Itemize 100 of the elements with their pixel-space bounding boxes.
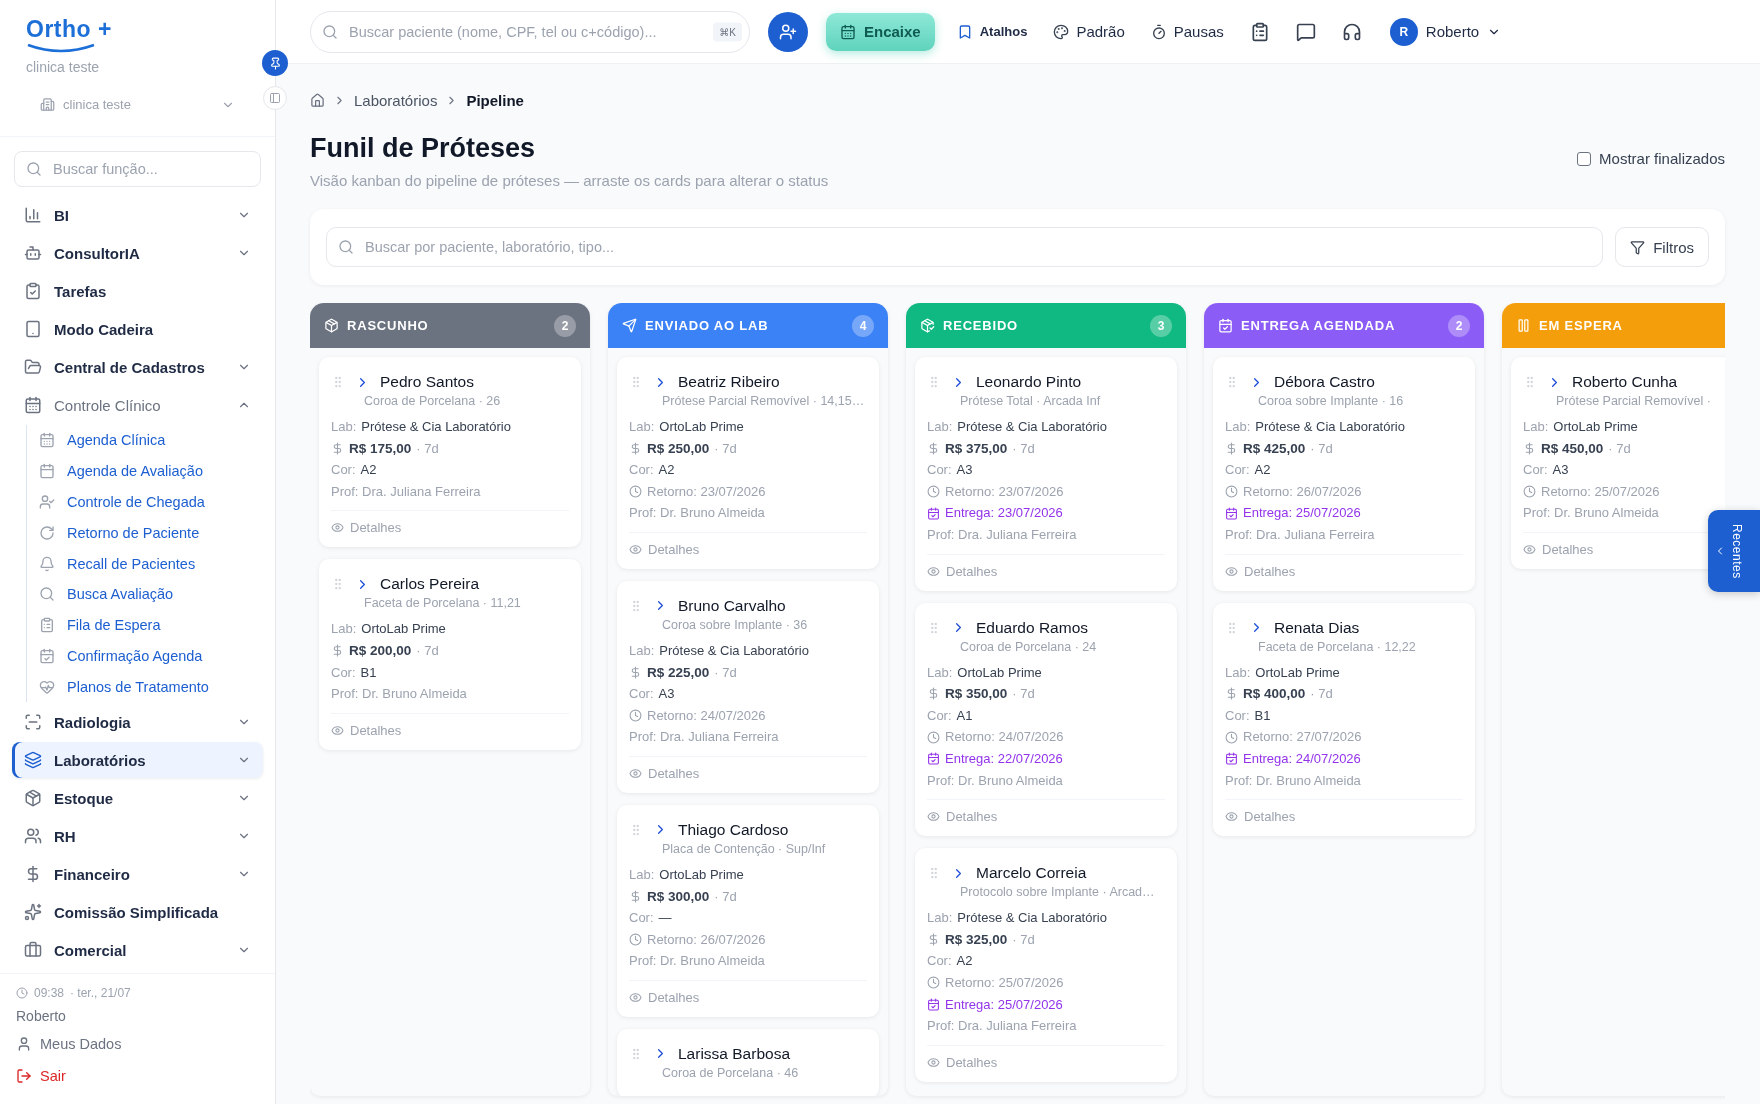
duration: · 7d bbox=[714, 663, 737, 682]
professional: Prof: Dr. Bruno Almeida bbox=[629, 504, 766, 523]
eye-icon bbox=[331, 723, 344, 737]
nav-item[interactable]: Radiologia bbox=[12, 704, 263, 741]
nav-subitem[interactable]: Confirmação Agenda bbox=[39, 640, 263, 672]
encaixe-button[interactable]: Encaixe bbox=[826, 12, 935, 51]
patient-name: Renata Dias bbox=[1274, 618, 1360, 637]
nav-item[interactable]: Estoque bbox=[12, 780, 263, 817]
recent-tab[interactable]: Recentes bbox=[1708, 510, 1760, 592]
nav-subitem[interactable]: Recall de Pacientes bbox=[39, 548, 263, 579]
search-icon bbox=[338, 239, 354, 255]
breaks-button[interactable]: Pausas bbox=[1146, 19, 1228, 44]
prosthesis-type: Protocolo sobre Implante · Arcad… bbox=[960, 885, 1156, 900]
search-icon bbox=[322, 23, 338, 40]
duration: · 7d bbox=[1310, 439, 1333, 458]
clock-icon bbox=[1225, 730, 1238, 744]
prosthesis-card[interactable]: Thiago Cardoso Placa de Contenção · Sup/Inf Lab: OrtoLab Prime R$ 300,00 · 7d Cor: — Retorno: 26/07/2026 Prof: Dr. Bruno Almeida Detalhes bbox=[617, 804, 879, 1017]
nav-item[interactable]: Comercial bbox=[12, 932, 263, 969]
nav-subitem[interactable]: Agenda Clínica bbox=[39, 425, 263, 456]
calendar-icon bbox=[39, 463, 55, 480]
professional: Prof: Dra. Juliana Ferreira bbox=[1225, 525, 1376, 544]
filter-button[interactable]: Filtros bbox=[1615, 227, 1709, 267]
prosthesis-type: Prótese Parcial Removível · 14,15… bbox=[662, 394, 866, 408]
prosthesis-card[interactable]: Pedro Santos Coroa de Porcelana · 26 Lab: Prótese & Cia Laboratório R$ 175,00 · 7d Cor: A2 Prof: Dra. Juliana Ferreira Detalhes bbox=[319, 357, 581, 548]
price: R$ 200,00 bbox=[349, 641, 412, 660]
return-date: Retorno: 26/07/2026 bbox=[1243, 482, 1362, 501]
user-menu[interactable]: R Roberto bbox=[1383, 16, 1508, 47]
nav-item[interactable]: Modo Cadeira bbox=[12, 311, 263, 347]
logout-link[interactable]: Sair bbox=[16, 1064, 259, 1088]
panel-toggle-button[interactable] bbox=[263, 86, 287, 110]
delivery-date: Entrega: 25/07/2026 bbox=[1243, 504, 1361, 523]
home-icon[interactable] bbox=[310, 93, 325, 108]
prosthesis-card[interactable]: Débora Castro Coroa sobre Implante · 16 Lab: Prótese & Cia Laboratório R$ 425,00 · 7d Cor: A2 Retorno: 26/07/2026 Entrega: 25/07/2026 Prof: Dra. Juliana Ferreira Detalhes bbox=[1213, 357, 1475, 591]
breadcrumb-link[interactable]: Pipeline bbox=[466, 92, 524, 109]
nav-item[interactable]: Central de Cadastros bbox=[12, 349, 263, 385]
nav-item[interactable]: ConsultorIA bbox=[12, 235, 263, 271]
nav-subitem[interactable]: Agenda de Avaliação bbox=[39, 455, 263, 487]
pin-button[interactable] bbox=[262, 50, 288, 76]
nav-item[interactable]: Controle Clínico bbox=[12, 387, 263, 423]
professional: Prof: Dr. Bruno Almeida bbox=[927, 771, 1064, 790]
prosthesis-type: Prótese Total · Arcada Inf bbox=[960, 394, 1102, 408]
card-field: Lab: OrtoLab Prime bbox=[1225, 661, 1463, 684]
filter-icon bbox=[1630, 239, 1646, 255]
duration: · 7d bbox=[714, 887, 737, 906]
return-date: Retorno: 24/07/2026 bbox=[647, 706, 766, 725]
panel-icon bbox=[269, 92, 281, 104]
search-field[interactable]: Buscar função... bbox=[14, 151, 261, 187]
shortcuts-button[interactable]: Atalhos bbox=[952, 19, 1032, 44]
user-check-icon bbox=[39, 494, 55, 510]
prosthesis-card[interactable]: Leonardo Pinto Prótese Total · Arcada Inf Lab: Prótese & Cia Laboratório R$ 375,00 · 7d Cor: A3 Retorno: 23/07/2026 Entrega: 23/07/2026 Prof: Dra. Juliana Ferreira Detalhes bbox=[915, 357, 1177, 591]
add-patient-button[interactable] bbox=[768, 11, 808, 52]
nav-subitem[interactable]: Controle de Chegada bbox=[39, 486, 263, 518]
card-field: Cor: A2 bbox=[927, 950, 1165, 972]
clock-icon bbox=[629, 933, 642, 946]
chat-icon bbox=[1295, 21, 1316, 42]
prosthesis-card[interactable]: Roberto Cunha Prótese Parcial Removível · Lab: OrtoLab Prime R$ 450,00 · 7d Cor: A3 Retorno: 25/07/2026 Prof: Dr. Bruno Almeida Detalhes bbox=[1511, 357, 1725, 569]
chart-icon bbox=[24, 206, 42, 224]
prosthesis-card[interactable]: Marcelo Correia Protocolo sobre Implante · Arcad… Lab: Prótese & Cia Laboratório R$ 325,00 · 7d Cor: A2 Retorno: 25/07/2026 Entrega: 25/07/2026 Prof: Dra. Juliana Ferreira Detalhes bbox=[915, 848, 1177, 1082]
prosthesis-card[interactable]: Eduardo Ramos Coroa de Porcelana · 24 Lab: OrtoLab Prime R$ 350,00 · 7d Cor: A1 Retorno: 24/07/2026 Entrega: 22/07/2026 Prof: Dr. Bruno Almeida Detalhes bbox=[915, 602, 1177, 837]
nav-item[interactable]: BI bbox=[12, 197, 263, 233]
prosthesis-card[interactable]: Beatriz Ribeiro Prótese Parcial Removível · 14,15… Lab: OrtoLab Prime R$ 250,00 · 7d Cor: A2 Retorno: 23/07/2026 Prof: Dr. Bruno Almeida Detalhes bbox=[617, 357, 879, 569]
eye-icon bbox=[629, 990, 642, 1004]
nav-item[interactable]: Laboratórios bbox=[12, 742, 263, 779]
nav-subitem[interactable]: Busca Avaliação bbox=[39, 579, 263, 610]
theme-button[interactable]: Padrão bbox=[1049, 19, 1129, 44]
return-date: Retorno: 25/07/2026 bbox=[1541, 482, 1660, 501]
checkbox[interactable] bbox=[1577, 151, 1592, 166]
nav-item[interactable]: Financeiro bbox=[12, 856, 263, 893]
patient-name: Carlos Pereira bbox=[380, 575, 480, 594]
nav-item[interactable]: RH bbox=[12, 818, 263, 855]
prosthesis-card[interactable]: Carlos Pereira Faceta de Porcelana · 11,21 Lab: OrtoLab Prime R$ 200,00 · 7d Cor: B1 Prof: Dr. Bruno Almeida Detalhes bbox=[319, 559, 581, 750]
prosthesis-card[interactable]: Larissa Barbosa Coroa de Porcelana · 46 bbox=[617, 1028, 879, 1096]
card-field: Cor: A2 bbox=[1225, 459, 1463, 481]
nav-subitem[interactable]: Fila de Espera bbox=[39, 609, 263, 641]
prosthesis-type: Coroa sobre Implante · 36 bbox=[662, 617, 809, 632]
heart-icon bbox=[39, 678, 55, 695]
nav-subitem[interactable]: Planos de Tratamento bbox=[39, 671, 263, 703]
price: R$ 400,00 bbox=[1243, 685, 1306, 704]
nav-item[interactable]: Tarefas bbox=[12, 273, 263, 309]
eye-icon bbox=[629, 766, 642, 780]
card-field: Lab: OrtoLab Prime bbox=[927, 661, 1165, 684]
search-field[interactable]: Buscar por paciente, laboratório, tipo... bbox=[326, 227, 1604, 267]
patient-name: Thiago Cardoso bbox=[678, 820, 789, 839]
calendar-icon bbox=[927, 752, 940, 766]
delivery-date: Entrega: 24/07/2026 bbox=[1243, 749, 1361, 768]
prosthesis-card[interactable]: Renata Dias Faceta de Porcelana · 12,22 Lab: OrtoLab Prime R$ 400,00 · 7d Cor: B1 Retorno: 27/07/2026 Entrega: 24/07/2026 Prof: Dr. Bruno Almeida Detalhes bbox=[1213, 602, 1475, 837]
time: 09:38 bbox=[34, 986, 65, 1000]
nav-subitem[interactable]: Retorno de Paciente bbox=[39, 517, 263, 549]
logo-swoosh-icon bbox=[26, 43, 96, 53]
prosthesis-card[interactable]: Bruno Carvalho Coroa sobre Implante · 36 Lab: Prótese & Cia Laboratório R$ 225,00 · 7d Cor: A3 Retorno: 24/07/2026 Prof: Dra. Juliana Ferreira Detalhes bbox=[617, 580, 879, 793]
breadcrumb-link[interactable]: Laboratórios bbox=[354, 92, 438, 109]
calendar-check-icon bbox=[1218, 318, 1233, 333]
pin-icon bbox=[268, 56, 282, 70]
nav-item[interactable]: Comissão Simplificada bbox=[12, 894, 263, 931]
layers-icon bbox=[24, 751, 42, 770]
clock-icon bbox=[927, 485, 940, 499]
price: R$ 250,00 bbox=[647, 439, 710, 458]
profile-link[interactable]: Meus Dados bbox=[16, 1032, 259, 1056]
search-icon bbox=[39, 586, 55, 603]
dollar-icon bbox=[927, 441, 940, 455]
